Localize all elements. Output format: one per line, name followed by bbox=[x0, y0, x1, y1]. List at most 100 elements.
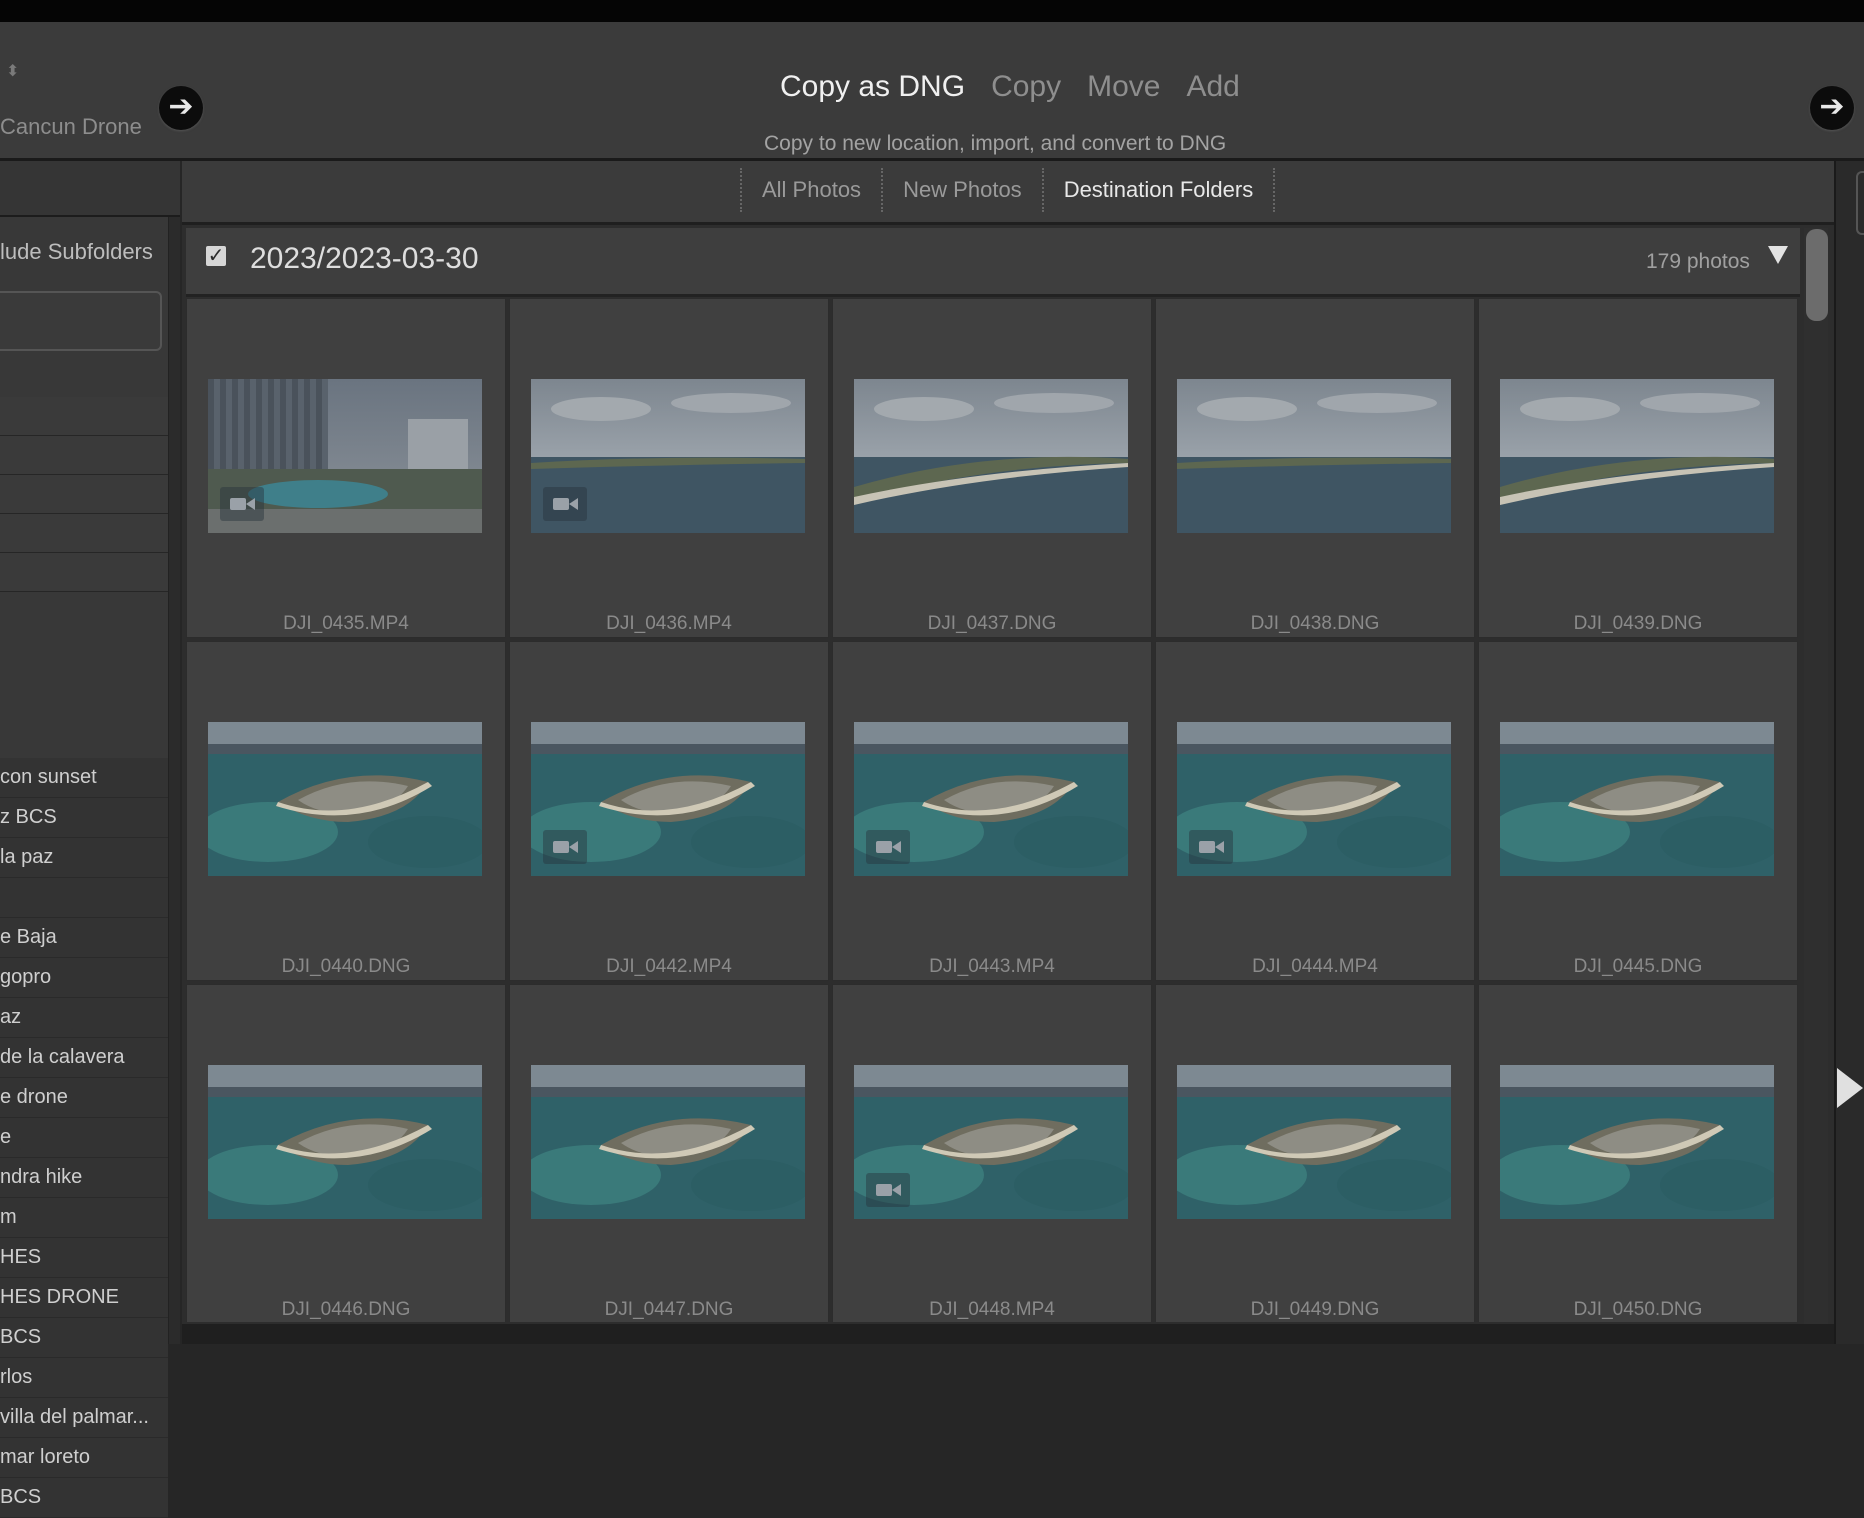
photo-thumbnail[interactable] bbox=[1500, 722, 1774, 876]
photo-cell[interactable]: DJI_0447.DNG bbox=[509, 984, 829, 1322]
folder-list: con sunset z BCS la paz e Baja gopro az de la… bbox=[0, 758, 168, 1518]
photo-cell[interactable]: DJI_0449.DNG bbox=[1155, 984, 1475, 1322]
folder-item[interactable]: rlos bbox=[0, 1358, 168, 1398]
video-camera-icon bbox=[866, 1173, 910, 1207]
tab-destination-folders[interactable]: Destination Folders bbox=[1041, 168, 1276, 212]
photo-filename: DJI_0438.DNG bbox=[1250, 613, 1380, 634]
volume-row[interactable] bbox=[0, 436, 168, 475]
photo-filename: DJI_0442.MP4 bbox=[606, 956, 732, 977]
photo-cell[interactable]: DJI_0448.MP4 bbox=[832, 984, 1152, 1322]
folder-item[interactable]: mar loreto bbox=[0, 1438, 168, 1478]
source-panel-header bbox=[0, 161, 180, 217]
photo-filename: DJI_0436.MP4 bbox=[606, 613, 732, 634]
destination-panel-edge bbox=[1834, 161, 1864, 1344]
photo-filename: DJI_0439.DNG bbox=[1573, 613, 1703, 634]
photo-cell[interactable]: DJI_0436.MP4 bbox=[509, 298, 829, 638]
folder-item[interactable]: HES DRONE bbox=[0, 1278, 168, 1318]
arrow-right-icon[interactable]: ➔ bbox=[159, 86, 203, 130]
photo-thumbnail[interactable] bbox=[208, 722, 482, 876]
folder-item[interactable]: de la calavera bbox=[0, 1038, 168, 1078]
photo-filename: DJI_0445.DNG bbox=[1573, 956, 1703, 977]
volume-row[interactable] bbox=[0, 475, 168, 514]
photo-cell[interactable]: DJI_0446.DNG bbox=[186, 984, 506, 1322]
photo-cell[interactable]: DJI_0438.DNG bbox=[1155, 298, 1475, 638]
thumbnail-grid: DJI_0435.MP4 DJI_0436.MP4 DJI_0437.DNG D… bbox=[186, 298, 1802, 1322]
folder-item[interactable]: z BCS bbox=[0, 798, 168, 838]
photo-cell[interactable]: DJI_0445.DNG bbox=[1478, 641, 1798, 981]
folder-item[interactable]: ndra hike bbox=[0, 1158, 168, 1198]
photo-cell[interactable]: DJI_0435.MP4 bbox=[186, 298, 506, 638]
photo-thumbnail[interactable] bbox=[531, 1065, 805, 1219]
folder-checkbox[interactable]: ✓ bbox=[206, 246, 226, 266]
video-camera-icon bbox=[220, 487, 264, 521]
folder-item[interactable]: gopro bbox=[0, 958, 168, 998]
mode-add[interactable]: Add bbox=[1186, 70, 1239, 104]
photo-filename: DJI_0443.MP4 bbox=[929, 956, 1055, 977]
photo-thumbnail[interactable] bbox=[1500, 379, 1774, 533]
photo-cell[interactable]: DJI_0450.DNG bbox=[1478, 984, 1798, 1322]
destination-panel-stub bbox=[1856, 171, 1864, 235]
video-camera-icon bbox=[866, 830, 910, 864]
folder-item[interactable]: HES bbox=[0, 1238, 168, 1278]
photo-filename: DJI_0437.DNG bbox=[927, 613, 1057, 634]
window-top-strip bbox=[0, 0, 1864, 22]
photo-cell[interactable]: DJI_0440.DNG bbox=[186, 641, 506, 981]
folder-item[interactable]: villa del palmar... bbox=[0, 1398, 168, 1438]
photo-filename: DJI_0449.DNG bbox=[1250, 1299, 1380, 1320]
folder-item[interactable] bbox=[0, 878, 168, 918]
folder-item[interactable]: BCS bbox=[0, 1478, 168, 1518]
photo-cell[interactable]: DJI_0443.MP4 bbox=[832, 641, 1152, 981]
video-camera-icon bbox=[1189, 830, 1233, 864]
import-header: ⬍ Cancun Drone ➔ Copy as DNG Copy Move Add … bbox=[0, 22, 1864, 161]
folder-item[interactable]: e drone bbox=[0, 1078, 168, 1118]
source-dropdown[interactable] bbox=[0, 291, 162, 351]
volume-row[interactable] bbox=[0, 553, 168, 592]
video-camera-icon bbox=[543, 830, 587, 864]
photo-thumbnail[interactable] bbox=[1177, 1065, 1451, 1219]
photo-filename: DJI_0435.MP4 bbox=[283, 613, 409, 634]
mode-copy[interactable]: Copy bbox=[991, 70, 1061, 104]
folder-item[interactable]: e bbox=[0, 1118, 168, 1158]
photo-filename: DJI_0447.DNG bbox=[604, 1299, 734, 1320]
import-mode-selector: Copy as DNG Copy Move Add bbox=[780, 70, 1266, 104]
photo-thumbnail[interactable] bbox=[208, 379, 482, 533]
include-subfolders-label[interactable]: lude Subfolders bbox=[0, 239, 153, 265]
folder-item[interactable]: e Baja bbox=[0, 918, 168, 958]
source-sort-icon[interactable]: ⬍ bbox=[6, 64, 19, 80]
photo-count: 179 photos bbox=[1646, 250, 1750, 273]
photo-thumbnail[interactable] bbox=[1177, 722, 1451, 876]
photo-cell[interactable]: DJI_0442.MP4 bbox=[509, 641, 829, 981]
scrollbar-track[interactable] bbox=[1804, 228, 1828, 1328]
expand-panel-triangle-icon[interactable] bbox=[1837, 1068, 1863, 1108]
view-tabs-bar: All Photos New Photos Destination Folders bbox=[182, 161, 1834, 225]
photo-thumbnail[interactable] bbox=[854, 722, 1128, 876]
mode-copy-as-dng[interactable]: Copy as DNG bbox=[780, 70, 965, 104]
folder-item[interactable]: az bbox=[0, 998, 168, 1038]
photo-thumbnail[interactable] bbox=[854, 379, 1128, 533]
volume-row[interactable] bbox=[0, 514, 168, 553]
photo-thumbnail[interactable] bbox=[854, 1065, 1128, 1219]
folder-item[interactable]: BCS bbox=[0, 1318, 168, 1358]
folder-item[interactable]: m bbox=[0, 1198, 168, 1238]
scrollbar-thumb[interactable] bbox=[1806, 229, 1828, 321]
photo-thumbnail[interactable] bbox=[208, 1065, 482, 1219]
video-camera-icon bbox=[543, 487, 587, 521]
folder-group-header: ✓ 2023/2023-03-30 179 photos bbox=[186, 228, 1800, 297]
photo-cell[interactable]: DJI_0439.DNG bbox=[1478, 298, 1798, 638]
photo-thumbnail[interactable] bbox=[531, 379, 805, 533]
folder-item[interactable]: con sunset bbox=[0, 758, 168, 798]
photo-cell[interactable]: DJI_0437.DNG bbox=[832, 298, 1152, 638]
tab-all-photos[interactable]: All Photos bbox=[740, 168, 881, 212]
tab-new-photos[interactable]: New Photos bbox=[881, 168, 1042, 212]
mode-move[interactable]: Move bbox=[1087, 70, 1160, 104]
photo-thumbnail[interactable] bbox=[531, 722, 805, 876]
photo-thumbnail[interactable] bbox=[1177, 379, 1451, 533]
destination-arrow-icon[interactable]: ➔ bbox=[1810, 86, 1854, 130]
folder-item[interactable]: la paz bbox=[0, 838, 168, 878]
photo-filename: DJI_0440.DNG bbox=[281, 956, 411, 977]
photo-cell[interactable]: DJI_0444.MP4 bbox=[1155, 641, 1475, 981]
photo-thumbnail[interactable] bbox=[1500, 1065, 1774, 1219]
volume-row[interactable] bbox=[0, 397, 168, 436]
source-label[interactable]: Cancun Drone bbox=[0, 114, 142, 140]
triangle-down-icon[interactable] bbox=[1768, 246, 1788, 264]
